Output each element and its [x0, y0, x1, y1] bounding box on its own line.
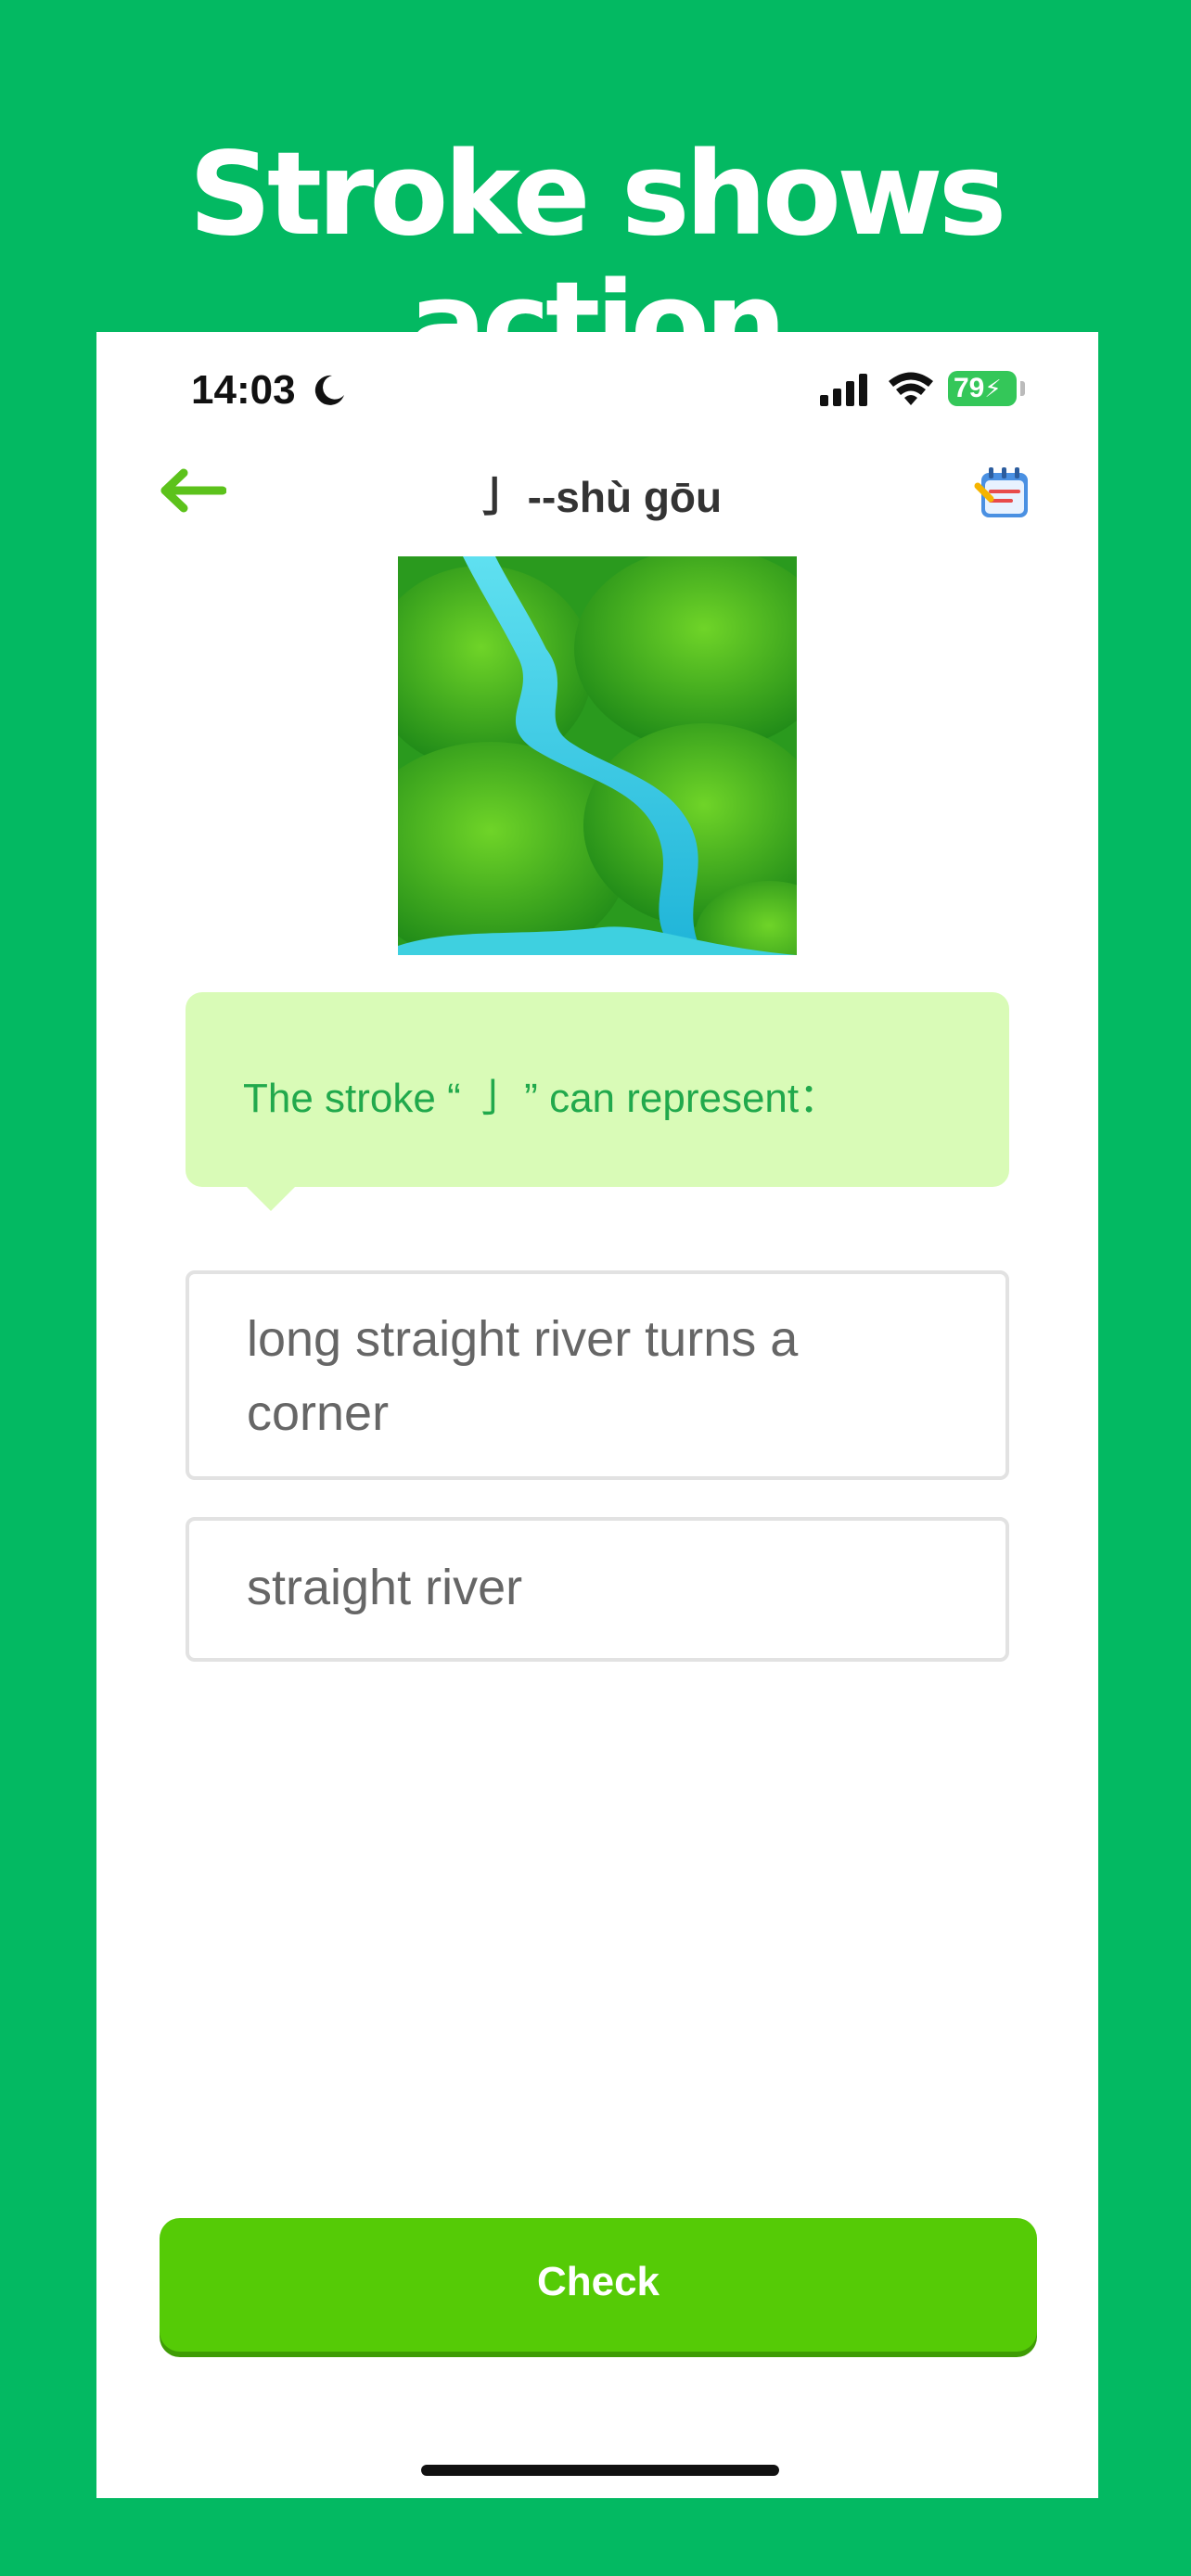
bubble-tail [245, 1185, 297, 1211]
check-button[interactable]: Check [160, 2218, 1037, 2352]
question-bubble: The stroke “ 亅 ” can represent： [186, 992, 1009, 1187]
river-illustration [398, 556, 797, 955]
phone-screen: 14:03 79⚡ 亅 --shù gōu The stroke “ 亅 ” c… [96, 332, 1098, 2498]
page-title: 亅 --shù gōu [472, 473, 723, 521]
moon-icon [314, 375, 344, 405]
battery-level: 79 [954, 373, 985, 403]
back-arrow-icon[interactable] [158, 467, 226, 514]
answer-option-2[interactable]: straight river [186, 1517, 1009, 1662]
battery-indicator: 79⚡ [948, 371, 1017, 406]
cellular-signal-icon [820, 374, 867, 406]
wifi-icon [889, 372, 933, 405]
answer-option-1[interactable]: long straight river turns a corner [186, 1270, 1009, 1480]
question-text: The stroke “ 亅 ” can represent： [243, 1076, 840, 1121]
notes-calendar-icon[interactable] [974, 462, 1035, 523]
home-indicator[interactable] [421, 2465, 779, 2476]
charging-bolt-icon: ⚡ [984, 375, 1002, 402]
status-time: 14:03 [191, 367, 296, 413]
battery-cap [1020, 381, 1025, 396]
